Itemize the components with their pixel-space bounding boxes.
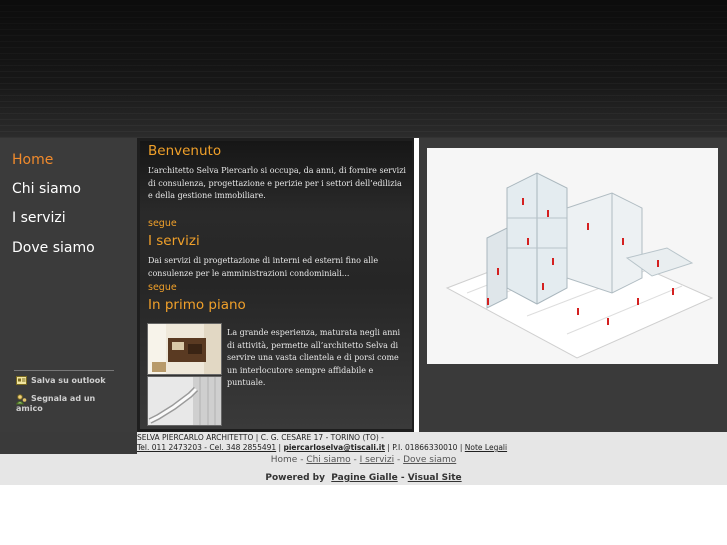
segue-link-2[interactable]: segue — [148, 282, 177, 293]
bottom-nav-servizi[interactable]: I servizi — [360, 455, 395, 465]
nav-item-dove-siamo[interactable]: Dove siamo — [12, 240, 95, 256]
share-friend-link[interactable]: Segnala ad un amico — [15, 394, 96, 414]
save-outlook-label: Salva su outlook — [31, 376, 106, 385]
building-render-image — [427, 148, 718, 364]
footer-legal-link[interactable]: Note Legali — [465, 443, 507, 452]
right-panel — [419, 138, 727, 432]
sidebar-divider — [14, 370, 114, 371]
footer-company-line: SELVA PIERCARLO ARCHITETTO | C. G. CESAR… — [137, 433, 384, 442]
bottom-nav-sep-2: - — [350, 455, 360, 465]
highlight-title: In primo piano — [148, 297, 246, 313]
content-panel: Benvenuto L’architetto Selva Piercarlo s… — [140, 141, 412, 429]
bottom-nav-home[interactable]: Home — [271, 455, 298, 465]
nav-item-chi-siamo[interactable]: Chi siamo — [12, 181, 81, 197]
bottom-nav-dove-siamo[interactable]: Dove siamo — [403, 455, 456, 465]
powered-dash: - — [400, 473, 405, 483]
segue-link-1[interactable]: segue — [148, 218, 177, 229]
friend-icon — [15, 394, 27, 405]
highlight-text: La grande esperienza, maturata negli ann… — [227, 328, 401, 387]
bottom-nav-chi-siamo[interactable]: Chi siamo — [306, 455, 350, 465]
interior-thumbnail — [147, 323, 222, 375]
footer-tel-link[interactable]: Tel. 011 2473203 - Cel. 348 2855491 — [137, 443, 276, 452]
visual-site-link[interactable]: Visual Site — [408, 473, 462, 483]
nav-item-servizi[interactable]: I servizi — [12, 210, 66, 226]
share-friend-label-2: amico — [16, 404, 43, 413]
staircase-thumbnail — [147, 376, 222, 426]
powered-by: Powered by Pagine Gialle - Visual Site — [0, 473, 727, 483]
footer-info: SELVA PIERCARLO ARCHITETTO | C. G. CESAR… — [137, 432, 727, 454]
bottom-nav-sep-3: - — [394, 455, 404, 465]
nav-item-home[interactable]: Home — [12, 152, 53, 168]
footer-contact-line: Tel. 011 2473203 - Cel. 348 2855491 | pi… — [137, 443, 507, 452]
welcome-text: L’architetto Selva Piercarlo si occupa, … — [148, 166, 406, 200]
footer-email-link[interactable]: piercarloselva@tiscali.it — [283, 443, 385, 452]
pagine-gialle-link[interactable]: Pagine Gialle — [331, 473, 397, 483]
vcard-icon — [16, 376, 27, 385]
save-outlook-link[interactable]: Salva su outlook — [16, 376, 106, 386]
services-title: I servizi — [148, 233, 200, 249]
share-friend-label-1: Segnala ad un — [31, 394, 96, 403]
welcome-title: Benvenuto — [148, 143, 222, 159]
header-gradient — [0, 0, 727, 138]
bottom-nav: Home - Chi siamo - I servizi - Dove siam… — [0, 455, 727, 465]
footer-piva: | P.I. 01866330010 | — [384, 443, 465, 452]
bottom-nav-sep-1: - — [297, 455, 307, 465]
services-text: Dai servizi di progettazione di interni … — [148, 256, 379, 278]
powered-label: Powered by — [265, 473, 325, 483]
main-content: Benvenuto L’architetto Selva Piercarlo s… — [137, 138, 414, 432]
